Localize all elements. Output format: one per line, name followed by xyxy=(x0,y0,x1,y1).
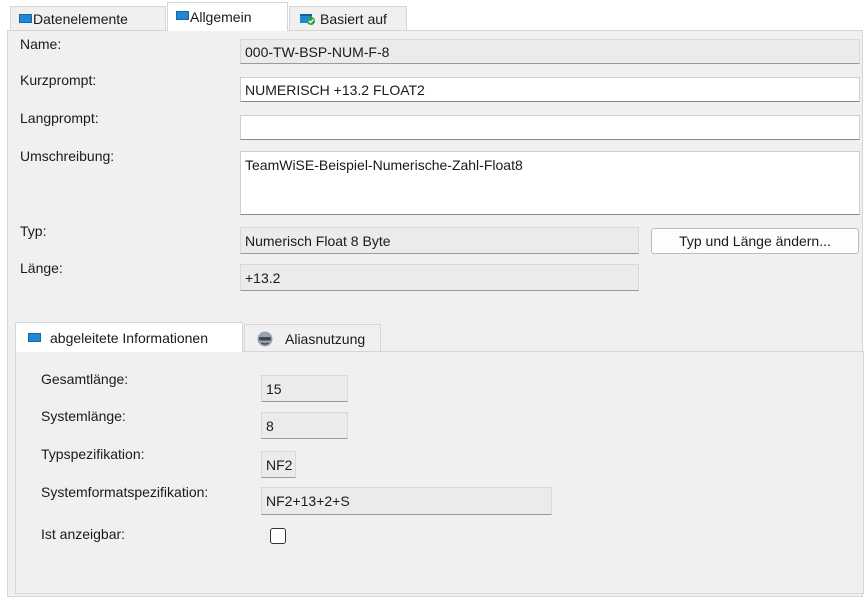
name-label: Name: xyxy=(20,36,62,52)
subtab-label: Aliasnutzung xyxy=(285,330,366,347)
systemlaenge-label: Systemlänge: xyxy=(41,408,126,424)
blue-rectangle-icon xyxy=(28,332,41,342)
typ-laenge-aendern-button[interactable]: Typ und Länge ändern... xyxy=(651,228,859,254)
tab-label: Basiert auf xyxy=(320,10,387,27)
anzeigbar-label: Ist anzeigbar: xyxy=(41,526,126,542)
kurzprompt-input[interactable]: NUMERISCH +13.2 FLOAT2 xyxy=(240,77,860,102)
typspezifikation-label: Typspezifikation: xyxy=(41,446,145,462)
anzeigbar-checkbox[interactable] xyxy=(270,528,286,544)
main-tab-strip: Datenelemente Allgemein Basiert auf xyxy=(0,0,864,31)
langprompt-label: Langprompt: xyxy=(20,110,99,126)
database-check-icon xyxy=(300,13,315,25)
typspezifikation-field: NF2 xyxy=(261,451,296,478)
systemformatspezifikation-field: NF2+13+2+S xyxy=(261,487,552,515)
derived-info-panel xyxy=(15,351,864,594)
langprompt-input[interactable] xyxy=(240,115,860,140)
gesamtlaenge-field: 15 xyxy=(261,375,348,402)
umschreibung-label: Umschreibung: xyxy=(20,148,115,164)
typ-label: Typ: xyxy=(20,223,47,239)
tab-label: Datenelemente xyxy=(33,10,128,27)
gesamtlaenge-label: Gesamtlänge: xyxy=(41,371,129,387)
tab-basiert-auf[interactable]: Basiert auf xyxy=(289,6,407,30)
tab-datenelemente[interactable]: Datenelemente xyxy=(10,6,166,30)
laenge-field: +13.2 xyxy=(240,264,639,291)
tab-allgemein[interactable]: Allgemein xyxy=(167,2,288,31)
tab-abgeleitete-informationen[interactable]: abgeleitete Informationen xyxy=(15,322,243,352)
tab-label: Allgemein xyxy=(190,9,252,25)
name-field[interactable]: 000-TW-BSP-NUM-F-8 xyxy=(240,39,860,64)
kurzprompt-label: Kurzprompt: xyxy=(20,72,97,88)
laenge-label: Länge: xyxy=(20,260,63,276)
blue-rectangle-icon xyxy=(176,11,189,20)
systemformatspezifikation-label: Systemformatspezifikation: xyxy=(41,484,209,500)
subtab-label: abgeleitete Informationen xyxy=(50,329,208,346)
systemlaenge-field: 8 xyxy=(261,412,348,439)
tab-aliasnutzung[interactable]: Aliasnutzung xyxy=(244,324,381,352)
alias-mask-icon xyxy=(257,331,273,346)
umschreibung-textarea[interactable]: TeamWiSE-Beispiel-Numerische-Zahl-Float8 xyxy=(240,151,860,215)
typ-field: Numerisch Float 8 Byte xyxy=(240,227,639,254)
blue-rectangle-icon xyxy=(19,13,32,23)
